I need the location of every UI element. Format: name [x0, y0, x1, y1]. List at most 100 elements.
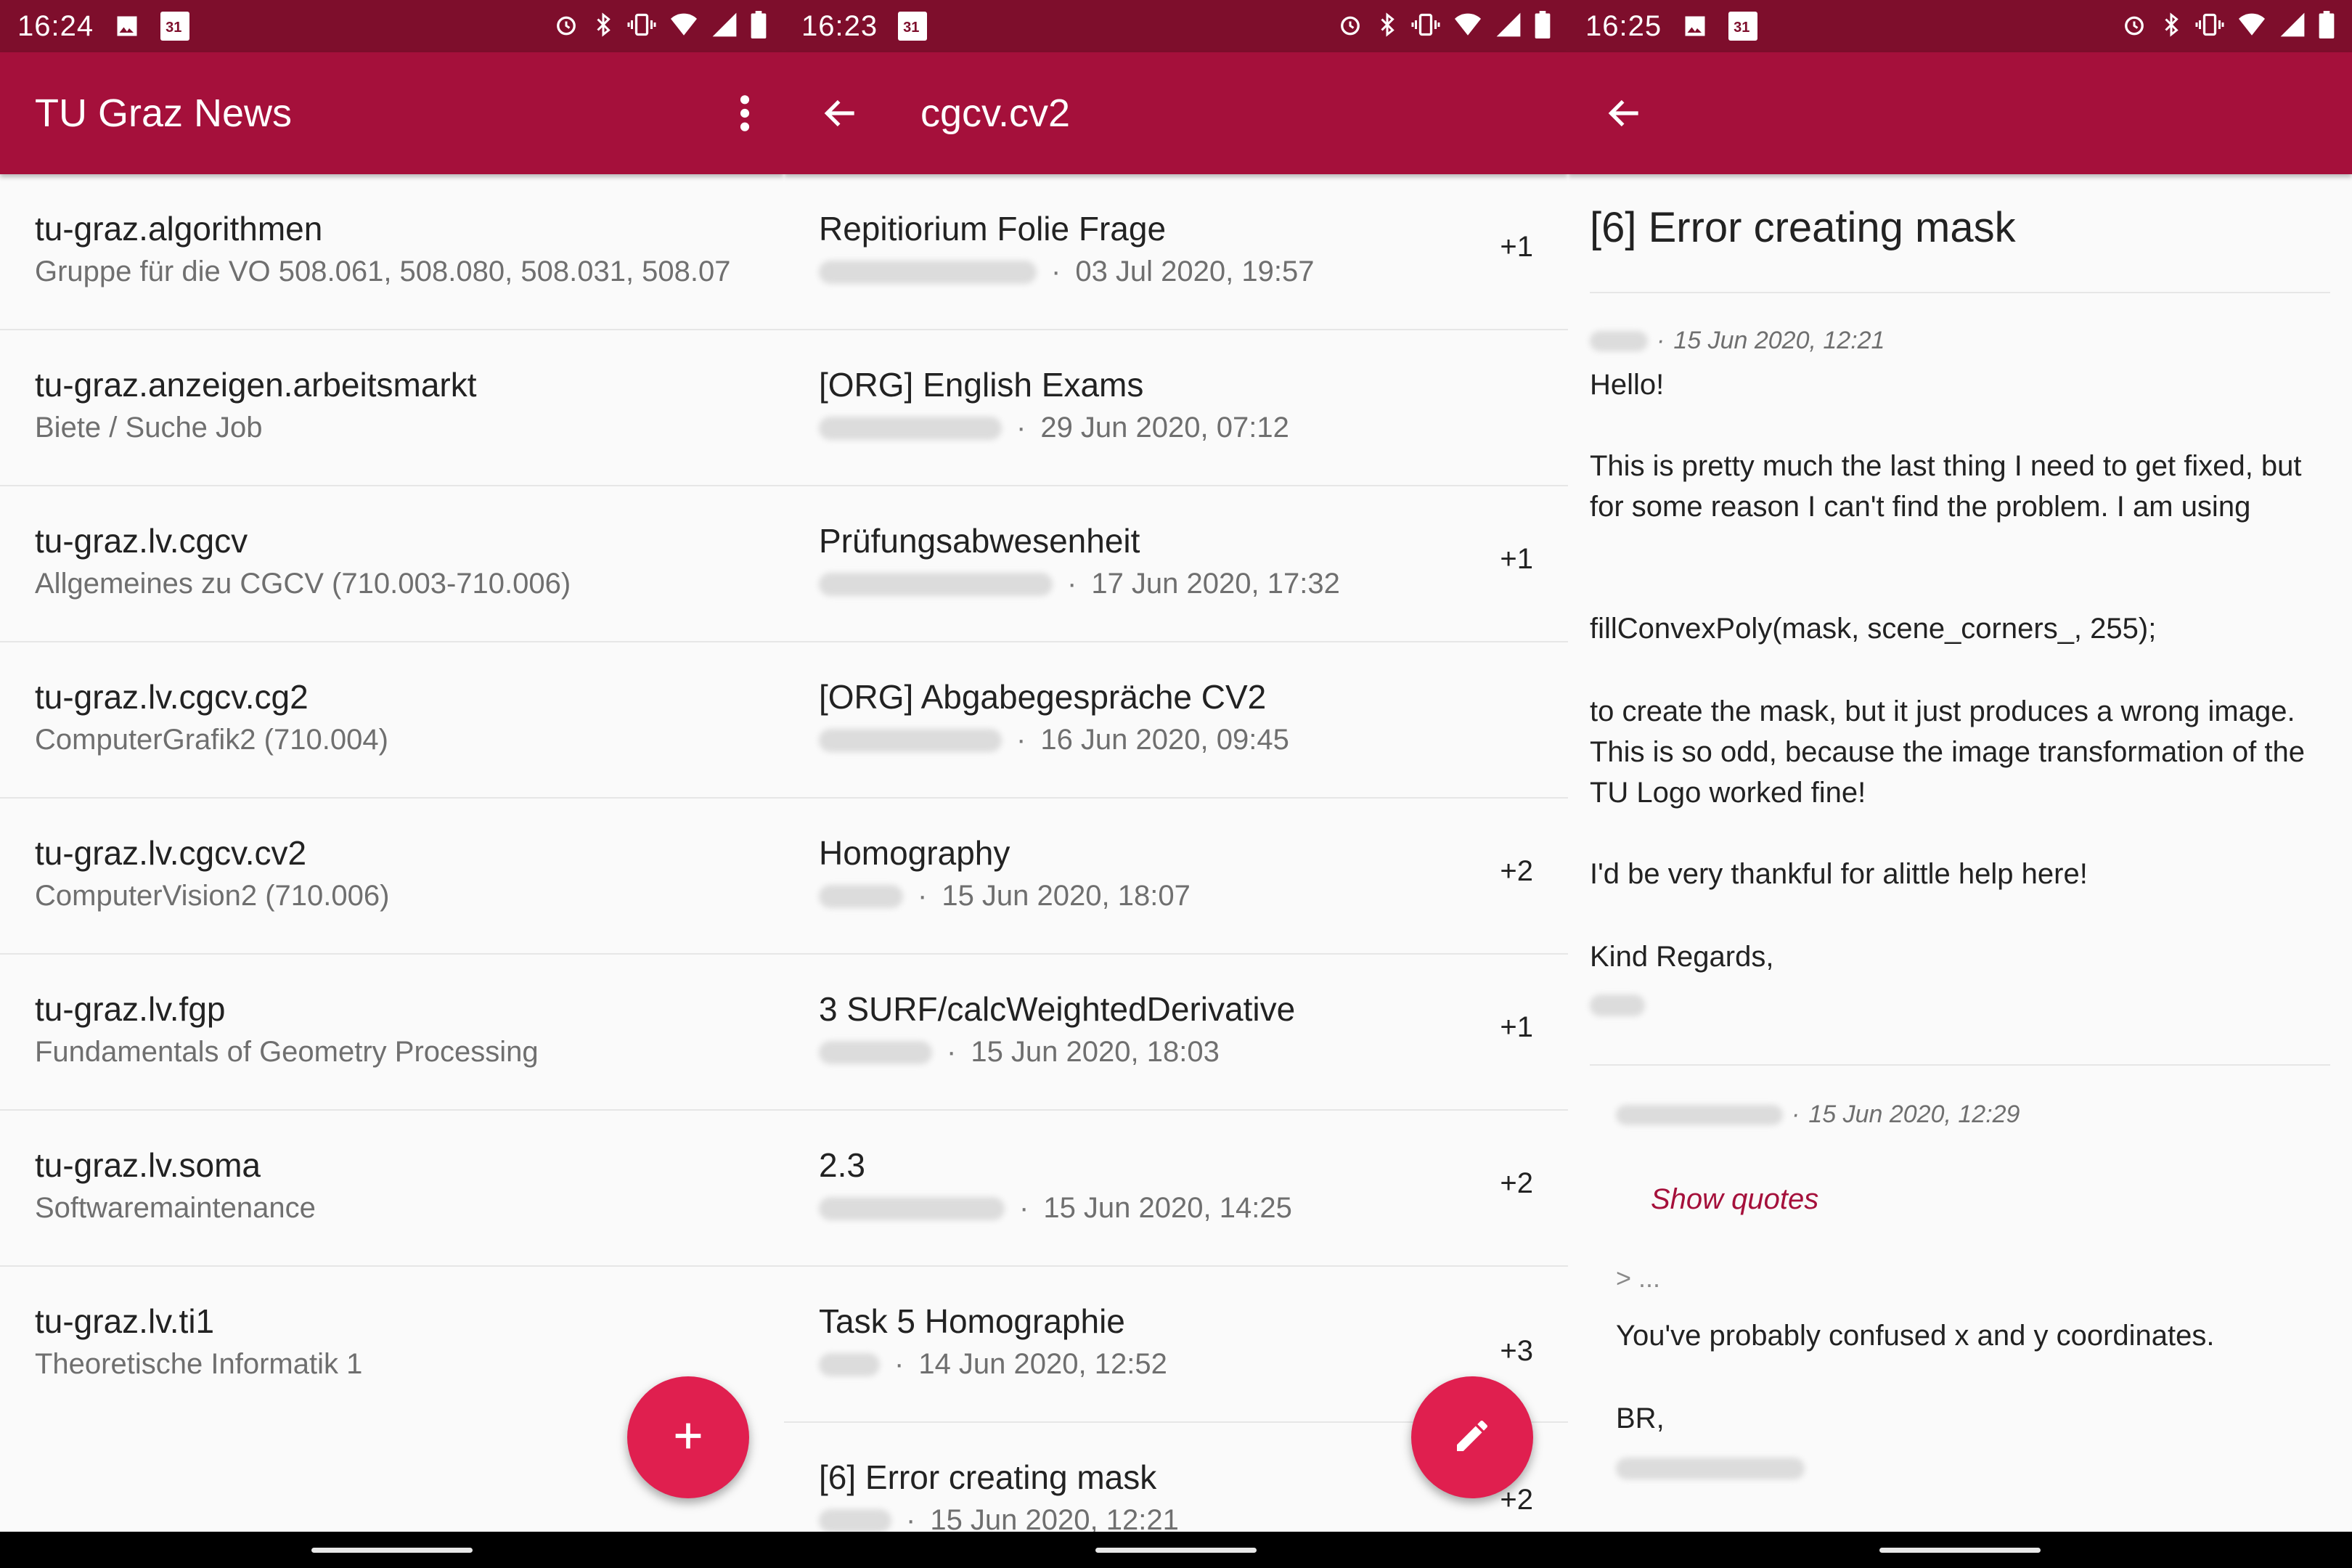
bluetooth-icon — [592, 12, 614, 41]
nav-bar — [0, 1532, 784, 1568]
message-date: 15 Jun 2020, 12:21 — [1673, 327, 1885, 354]
group-description: Gruppe für die VO 508.061, 508.080, 508.… — [35, 256, 731, 287]
home-handle[interactable] — [1879, 1547, 2041, 1553]
group-description: ComputerVision2 (710.006) — [35, 880, 390, 912]
thread-subject: Homography — [819, 834, 1010, 872]
image-icon — [114, 13, 140, 39]
calendar-day: 31 — [166, 20, 182, 36]
back-arrow-icon[interactable] — [820, 93, 861, 134]
list-item[interactable]: tu-graz.lv.cgcv.cv2 ComputerVision2 (710.… — [0, 799, 784, 955]
group-description: Biete / Suche Job — [35, 412, 263, 444]
group-name: tu-graz.anzeigen.arbeitsmarkt — [35, 366, 477, 404]
signal-icon — [1495, 12, 1522, 41]
group-description: Theoretische Informatik 1 — [35, 1348, 363, 1380]
group-description: Allgemeines zu CGCV (710.003-710.006) — [35, 568, 571, 600]
vibrate-icon — [1411, 12, 1440, 41]
quoted-text: > ... — [1616, 1263, 1661, 1293]
thread-row[interactable]: 2.3 · 15 Jun 2020, 14:25 +2 — [784, 1111, 1568, 1267]
add-group-button[interactable] — [627, 1376, 749, 1498]
thread-row[interactable]: [ORG] Abgabegespräche CV2 · 16 Jun 2020, … — [784, 642, 1568, 799]
overflow-menu-icon[interactable] — [730, 93, 759, 134]
thread-meta: · 16 Jun 2020, 09:45 — [819, 724, 1289, 756]
status-time: 16:25 — [1585, 9, 1662, 42]
author-blurred — [819, 572, 1053, 596]
thread-subject: 3 SURF/calcWeightedDerivative — [819, 990, 1296, 1028]
author-blurred — [1616, 1104, 1783, 1125]
thread-row[interactable]: 3 SURF/calcWeightedDerivative · 15 Jun 20… — [784, 955, 1568, 1111]
alarm-icon — [2121, 12, 2147, 41]
group-list: tu-graz.algorithmen Gruppe für die VO 508… — [0, 174, 784, 1532]
message-paragraph: fillConvexPoly(mask, scene_corners_, 255… — [1590, 613, 2157, 645]
calendar-icon: 31 — [898, 12, 928, 41]
calendar-icon: 31 — [1728, 12, 1758, 41]
author-blurred — [819, 260, 1037, 284]
message-paragraph: I'd be very thankful for alittle help he… — [1590, 858, 2088, 890]
group-description: Fundamentals of Geometry Processing — [35, 1036, 539, 1068]
status-bar: 16:25 31 — [1568, 0, 2352, 52]
thread-date: 15 Jun 2020, 12:21 — [930, 1504, 1179, 1532]
plus-icon — [669, 1417, 707, 1458]
author-blurred — [819, 728, 1002, 752]
separator: · — [1016, 412, 1026, 444]
thread-meta: · 15 Jun 2020, 18:07 — [819, 880, 1191, 912]
alarm-icon — [553, 12, 579, 41]
message-paragraph: to create the mask, but it just produces… — [1590, 695, 2305, 809]
list-item[interactable]: tu-graz.anzeigen.arbeitsmarkt Biete / Suc… — [0, 330, 784, 486]
battery-icon — [1535, 10, 1551, 42]
app-title: TU Graz News — [35, 91, 293, 135]
calendar-day: 31 — [1734, 20, 1750, 36]
show-quotes-link[interactable]: Show quotes — [1651, 1183, 1818, 1216]
thread-row[interactable]: [ORG] English Exams · 29 Jun 2020, 07:12 — [784, 330, 1568, 486]
group-title: cgcv.cv2 — [920, 91, 1071, 135]
reply-count: +2 — [1500, 1167, 1533, 1199]
bluetooth-icon — [1376, 12, 1398, 41]
thread-meta: · 29 Jun 2020, 07:12 — [819, 412, 1289, 444]
thread-subject: [ORG] English Exams — [819, 366, 1144, 404]
battery-icon — [2319, 10, 2335, 42]
wifi-icon — [1453, 12, 1482, 41]
app-bar: TU Graz News — [0, 52, 784, 174]
thread-subject: 2.3 — [819, 1146, 865, 1184]
group-name: tu-graz.lv.ti1 — [35, 1302, 215, 1340]
group-name: tu-graz.lv.fgp — [35, 990, 226, 1028]
home-handle[interactable] — [311, 1547, 473, 1553]
group-description: ComputerGrafik2 (710.004) — [35, 724, 388, 756]
group-description: Softwaremaintenance — [35, 1192, 316, 1224]
thread-date: 03 Jul 2020, 19:57 — [1075, 256, 1315, 287]
thread-meta: · 15 Jun 2020, 18:03 — [819, 1036, 1220, 1069]
thread-row[interactable]: Repitiorium Folie Frage · 03 Jul 2020, 19… — [784, 174, 1568, 330]
group-name: tu-graz.algorithmen — [35, 210, 323, 248]
battery-icon — [751, 10, 767, 42]
thread-date: 15 Jun 2020, 18:03 — [971, 1036, 1220, 1068]
thread-date: 14 Jun 2020, 12:52 — [918, 1348, 1167, 1380]
thread-row[interactable]: Prüfungsabwesenheit · 17 Jun 2020, 17:32 … — [784, 486, 1568, 642]
list-item[interactable]: tu-graz.lv.cgcv.cg2 ComputerGrafik2 (710.… — [0, 642, 784, 799]
signal-icon — [2279, 12, 2306, 41]
vibrate-icon — [627, 12, 656, 41]
list-item[interactable]: tu-graz.algorithmen Gruppe für die VO 508… — [0, 174, 784, 330]
thread-subject: Task 5 Homographie — [819, 1302, 1125, 1340]
thread-date: 29 Jun 2020, 07:12 — [1040, 412, 1289, 444]
calendar-icon: 31 — [160, 12, 190, 41]
list-item[interactable]: tu-graz.lv.cgcv Allgemeines zu CGCV (710.… — [0, 486, 784, 642]
author-blurred — [819, 1508, 891, 1532]
app-bar — [1568, 52, 2352, 174]
reply-count: +2 — [1500, 855, 1533, 887]
thread-row[interactable]: Homography · 15 Jun 2020, 18:07 +2 — [784, 799, 1568, 955]
list-item[interactable]: tu-graz.lv.soma Softwaremaintenance — [0, 1111, 784, 1267]
separator: · — [1019, 1192, 1029, 1224]
message-meta: · 15 Jun 2020, 12:29 — [1616, 1101, 2020, 1129]
message-meta: · 15 Jun 2020, 12:21 — [1590, 327, 1885, 355]
list-item[interactable]: tu-graz.lv.fgp Fundamentals of Geometry P… — [0, 955, 784, 1111]
compose-button[interactable] — [1411, 1376, 1533, 1498]
divider — [1590, 1064, 2330, 1066]
message-date: 15 Jun 2020, 12:29 — [1808, 1101, 2020, 1128]
home-handle[interactable] — [1095, 1547, 1257, 1553]
author-blurred — [819, 1352, 880, 1376]
author-blurred — [819, 1196, 1005, 1220]
separator: · — [906, 1504, 916, 1532]
separator: · — [1792, 1101, 1800, 1128]
calendar-day: 31 — [903, 20, 920, 36]
author-blurred — [819, 416, 1002, 440]
back-arrow-icon[interactable] — [1604, 93, 1645, 134]
